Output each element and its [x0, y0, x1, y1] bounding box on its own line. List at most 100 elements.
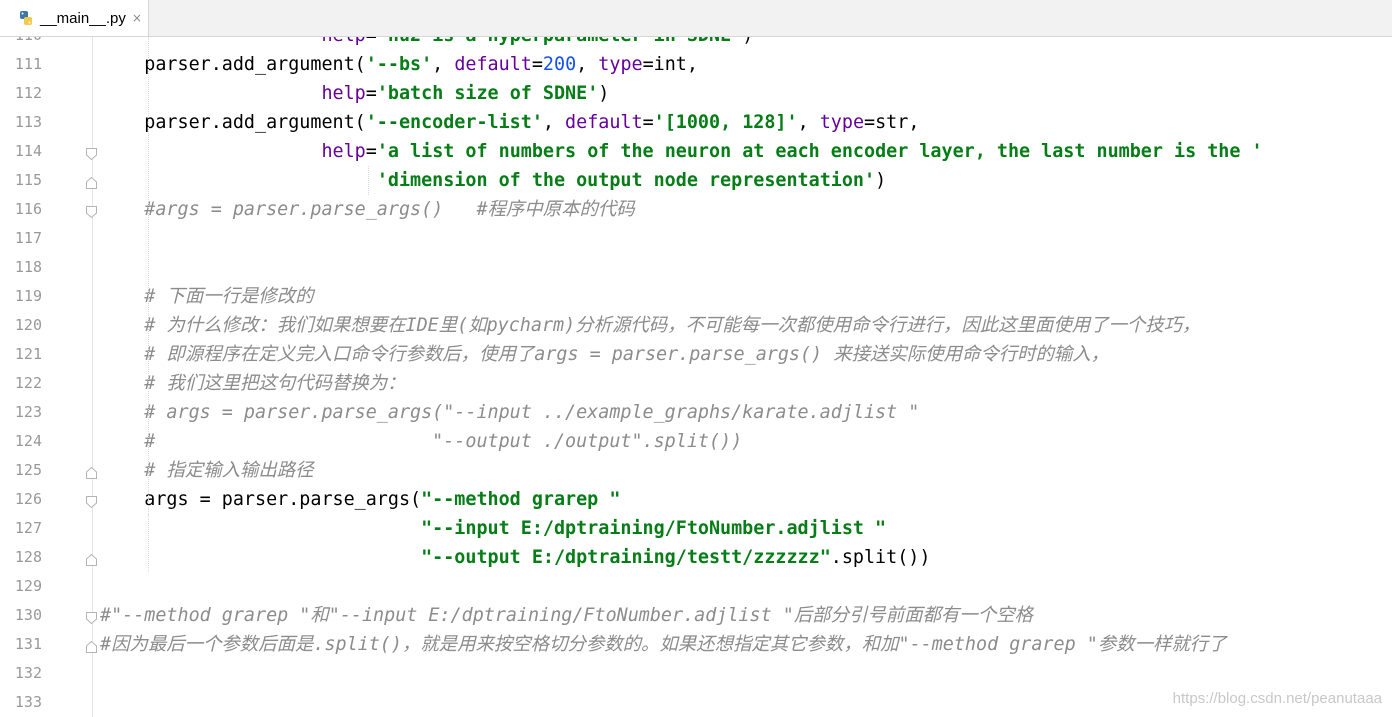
- code-token-cmt: # 为什么修改：我们如果想要在IDE里(如pycharm)分析源代码，不可能每一…: [100, 315, 1201, 336]
- line-number: 127: [14, 519, 42, 537]
- code-editor[interactable]: 110 help='nu2 is a hyperparameter in SDN…: [0, 37, 1392, 717]
- code-line[interactable]: 126 args = parser.parse_args("--method g…: [0, 485, 1392, 514]
- code-token-kwarg: type: [598, 54, 643, 75]
- code-line[interactable]: 118: [0, 253, 1392, 282]
- line-number: 130: [14, 606, 42, 624]
- line-number: 112: [14, 84, 42, 102]
- code-line[interactable]: 119 # 下面一行是修改的: [0, 282, 1392, 311]
- code-token-kwarg: default: [565, 112, 643, 133]
- line-number: 119: [14, 287, 42, 305]
- tab-filename: __main__.py: [40, 9, 126, 27]
- code-token-kwarg: default: [454, 54, 532, 75]
- code-token-cmt: # 即源程序在定义完入口命令行参数后，使用了args = parser.pars…: [100, 344, 1110, 365]
- code-text: # 下面一行是修改的: [100, 282, 313, 311]
- line-number: 121: [14, 345, 42, 363]
- code-line[interactable]: 129: [0, 572, 1392, 601]
- fold-close-icon[interactable]: [86, 464, 97, 479]
- fold-close-icon[interactable]: [86, 174, 97, 189]
- code-token-plain: ,: [542, 112, 566, 133]
- code-line[interactable]: 120 # 为什么修改：我们如果想要在IDE里(如pycharm)分析源代码，不…: [0, 311, 1392, 340]
- fold-open-icon[interactable]: [86, 203, 97, 219]
- code-token-str: '--encoder-list': [365, 112, 543, 133]
- code-line[interactable]: 110 help='nu2 is a hyperparameter in SDN…: [0, 37, 1392, 50]
- line-number: 126: [14, 490, 42, 508]
- code-token-cmt: # "--output ./output".split()): [100, 431, 743, 452]
- code-line[interactable]: 132: [0, 659, 1392, 688]
- tab-main-py[interactable]: __main__.py ×: [0, 0, 149, 36]
- close-tab-icon[interactable]: ×: [132, 11, 142, 25]
- code-token-num: 200: [542, 54, 577, 75]
- code-token-kwarg: help: [321, 141, 366, 162]
- fold-close-icon[interactable]: [86, 638, 97, 653]
- code-token-plain: =: [365, 83, 377, 104]
- code-line[interactable]: 127 "--input E:/dptraining/FtoNumber.adj…: [0, 514, 1392, 543]
- code-line[interactable]: 125 # 指定输入输出路径: [0, 456, 1392, 485]
- code-token-plain: =: [642, 112, 654, 133]
- code-line[interactable]: 122 # 我们这里把这句代码替换为：: [0, 369, 1392, 398]
- code-line[interactable]: 114 help='a list of numbers of the neuro…: [0, 137, 1392, 166]
- code-line[interactable]: 115 'dimension of the output node repres…: [0, 166, 1392, 195]
- code-token-plain: .split()): [830, 547, 931, 568]
- code-line[interactable]: 121 # 即源程序在定义完入口命令行参数后，使用了args = parser.…: [0, 340, 1392, 369]
- code-text: help='a list of numbers of the neuron at…: [100, 137, 1263, 166]
- code-line[interactable]: 124 # "--output ./output".split()): [0, 427, 1392, 456]
- code-token-cmt: #因为最后一个参数后面是.split()，就是用来按空格切分参数的。如果还想指定…: [100, 634, 1227, 655]
- code-text: help='batch size of SDNE'): [100, 79, 609, 108]
- code-text: # 为什么修改：我们如果想要在IDE里(如pycharm)分析源代码，不可能每一…: [100, 311, 1200, 340]
- code-line[interactable]: 123 # args = parser.parse_args("--input …: [0, 398, 1392, 427]
- line-number: 122: [14, 374, 42, 392]
- code-text: # args = parser.parse_args("--input ../e…: [100, 398, 919, 427]
- code-line[interactable]: 130 #"--method grarep "和"--input E:/dptra…: [0, 601, 1392, 630]
- code-text: #args = parser.parse_args() #程序中原本的代码: [100, 195, 634, 224]
- code-token-plain: ,: [797, 112, 820, 133]
- line-number: 111: [14, 55, 42, 73]
- code-token-plain: ): [598, 83, 610, 104]
- line-number: 114: [14, 142, 42, 160]
- code-token-plain: =: [531, 54, 543, 75]
- code-token-str: "--input E:/dptraining/FtoNumber.adjlist…: [421, 518, 887, 539]
- code-text: 'dimension of the output node representa…: [100, 166, 886, 195]
- code-line[interactable]: 113 parser.add_argument('--encoder-list'…: [0, 108, 1392, 137]
- code-token-str: 'a list of numbers of the neuron at each…: [376, 141, 1263, 162]
- code-token-kwarg: help: [321, 37, 365, 46]
- code-token-str: "--method grarep ": [421, 489, 621, 510]
- code-text: "--input E:/dptraining/FtoNumber.adjlist…: [100, 514, 886, 543]
- code-token-str: 'dimension of the output node representa…: [376, 170, 876, 191]
- line-number: 124: [14, 432, 42, 450]
- code-token-kwarg: type: [819, 112, 865, 133]
- code-token-plain: =int,: [642, 54, 698, 75]
- fold-open-icon[interactable]: [86, 493, 97, 509]
- code-token-str: 'batch size of SDNE': [376, 83, 599, 104]
- code-token-plain: ,: [432, 54, 455, 75]
- line-number: 133: [14, 693, 42, 711]
- code-line[interactable]: 128 "--output E:/dptraining/testt/zzzzzz…: [0, 543, 1392, 572]
- code-token-plain: parser.add_argument(: [100, 54, 366, 75]
- code-token-plain: ): [742, 37, 753, 46]
- code-token-plain: ): [875, 170, 887, 191]
- code-line[interactable]: 131 #因为最后一个参数后面是.split()，就是用来按空格切分参数的。如果还…: [0, 630, 1392, 659]
- editor-tab-bar: __main__.py ×: [0, 0, 1392, 37]
- code-text: #"--method grarep "和"--input E:/dptraini…: [100, 601, 1033, 630]
- fold-open-icon[interactable]: [86, 145, 97, 161]
- code-line[interactable]: 117: [0, 224, 1392, 253]
- code-text: # "--output ./output".split()): [100, 427, 742, 456]
- indent-guide: [148, 514, 149, 572]
- code-token-plain: parser.add_argument(: [100, 112, 366, 133]
- code-text: parser.add_argument('--bs', default=200,…: [100, 50, 698, 79]
- code-token-plain: =: [366, 37, 377, 46]
- code-line[interactable]: 116 #args = parser.parse_args() #程序中原本的代…: [0, 195, 1392, 224]
- code-text: #因为最后一个参数后面是.split()，就是用来按空格切分参数的。如果还想指定…: [100, 630, 1227, 659]
- code-line[interactable]: 112 help='batch size of SDNE'): [0, 79, 1392, 108]
- code-token-plain: =: [365, 141, 377, 162]
- fold-close-icon[interactable]: [86, 551, 97, 566]
- fold-open-icon[interactable]: [86, 609, 97, 625]
- line-number: 123: [14, 403, 42, 421]
- code-line[interactable]: 111 parser.add_argument('--bs', default=…: [0, 50, 1392, 79]
- code-token-str: 'nu2 is a hyperparameter in SDNE': [377, 37, 742, 46]
- code-text: # 即源程序在定义完入口命令行参数后，使用了args = parser.pars…: [100, 340, 1109, 369]
- code-token-kwarg: help: [321, 83, 366, 104]
